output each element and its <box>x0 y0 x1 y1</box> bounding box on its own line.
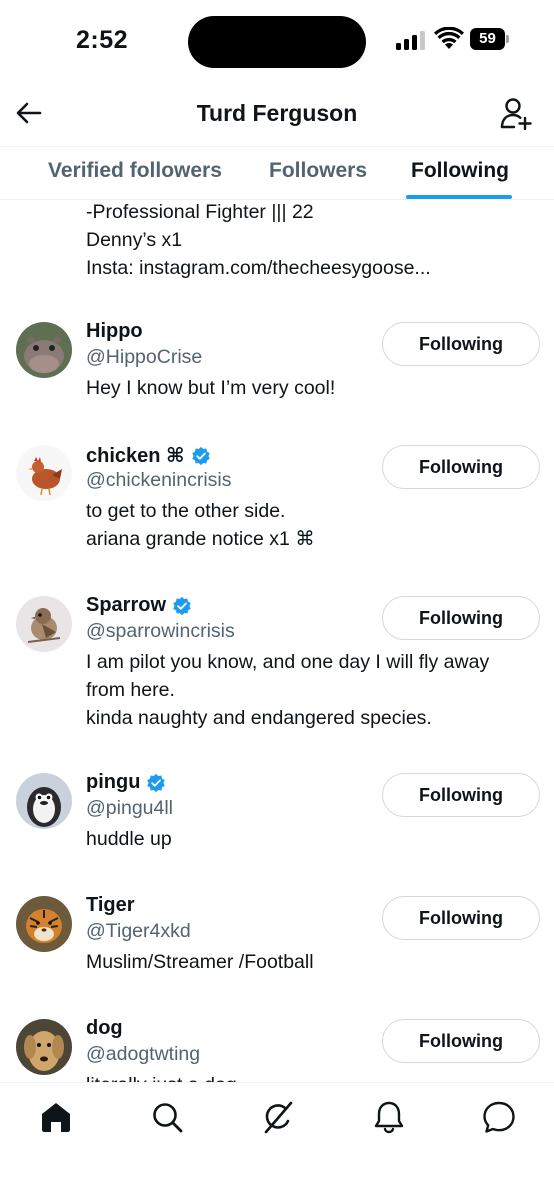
user-bio: huddle up <box>86 828 172 850</box>
following-button[interactable]: Following <box>382 1019 540 1063</box>
verified-badge-icon <box>172 596 192 616</box>
user-bio: I am pilot you know, and one day I will … <box>86 651 490 729</box>
nav-grok[interactable] <box>260 1099 296 1135</box>
user-handle[interactable]: @adogtwting <box>86 1043 200 1066</box>
search-icon <box>153 1103 183 1133</box>
avatar[interactable] <box>16 596 72 652</box>
nav-messages[interactable] <box>481 1099 517 1135</box>
following-list[interactable]: -Professional Fighter ||| 22 Denny’s x1 … <box>0 200 554 1082</box>
user-handle[interactable]: @pingu4ll <box>86 797 173 820</box>
verified-badge-icon <box>146 773 166 793</box>
user-name[interactable]: pingu <box>86 771 166 794</box>
user-bio: literally just a dog <box>86 1071 237 1082</box>
home-icon <box>42 1103 70 1132</box>
nav-home[interactable] <box>38 1099 74 1135</box>
partial-bio-line: Denny’s x1 <box>86 229 183 251</box>
person-plus-icon <box>500 98 532 131</box>
user-name[interactable]: Tiger <box>86 894 135 917</box>
follow-tabs: Verified followers Followers Following <box>0 146 554 200</box>
user-name[interactable]: dog <box>86 1017 123 1040</box>
user-name[interactable]: Hippo <box>86 320 143 343</box>
tab-followers[interactable]: Followers <box>269 159 367 183</box>
user-handle[interactable]: @HippoCrise <box>86 346 202 369</box>
tab-verified-followers[interactable]: Verified followers <box>48 159 222 183</box>
active-tab-indicator <box>406 195 512 199</box>
messages-icon <box>483 1101 515 1133</box>
user-handle[interactable]: @Tiger4xkd <box>86 920 191 943</box>
status-time: 2:52 <box>76 26 129 54</box>
status-bar: 2:52 59 <box>0 0 554 86</box>
following-button[interactable]: Following <box>382 896 540 940</box>
user-name[interactable]: chicken ⌘ <box>86 443 211 468</box>
following-button[interactable]: Following <box>382 445 540 489</box>
user-handle[interactable]: @chickenincrisis <box>86 469 232 492</box>
wifi-icon <box>434 26 464 51</box>
user-bio: Hey I know but I’m very cool! <box>86 377 336 399</box>
partial-bio-line: Insta: instagram.com/thecheesygoose... <box>86 257 431 279</box>
battery-icon: 59 <box>470 28 510 50</box>
tab-following[interactable]: Following <box>411 159 509 183</box>
avatar[interactable] <box>16 896 72 952</box>
following-button[interactable]: Following <box>382 322 540 366</box>
user-bio: Muslim/Streamer /Football <box>86 951 314 973</box>
partial-bio-line: -Professional Fighter ||| 22 <box>86 201 314 223</box>
grok-icon <box>264 1101 293 1134</box>
following-button[interactable]: Following <box>382 773 540 817</box>
page-title: Turd Ferguson <box>196 100 358 126</box>
add-user-button[interactable] <box>498 96 534 132</box>
dynamic-island <box>188 16 366 68</box>
avatar[interactable] <box>16 773 72 829</box>
verified-badge-icon <box>191 446 211 466</box>
avatar[interactable] <box>16 1019 72 1075</box>
following-button[interactable]: Following <box>382 596 540 640</box>
bottom-nav <box>0 1082 554 1200</box>
user-name[interactable]: Sparrow <box>86 594 192 617</box>
avatar[interactable] <box>16 445 72 501</box>
notifications-icon <box>374 1101 404 1134</box>
battery-level: 59 <box>479 30 496 47</box>
avatar[interactable] <box>16 322 72 378</box>
user-handle[interactable]: @sparrowincrisis <box>86 620 235 643</box>
profile-header: Turd Ferguson <box>0 86 554 146</box>
nav-notifications[interactable] <box>371 1099 407 1135</box>
user-bio: to get to the other side. ariana grande … <box>86 500 315 550</box>
nav-search[interactable] <box>149 1099 185 1135</box>
cellular-signal-icon <box>396 30 426 50</box>
